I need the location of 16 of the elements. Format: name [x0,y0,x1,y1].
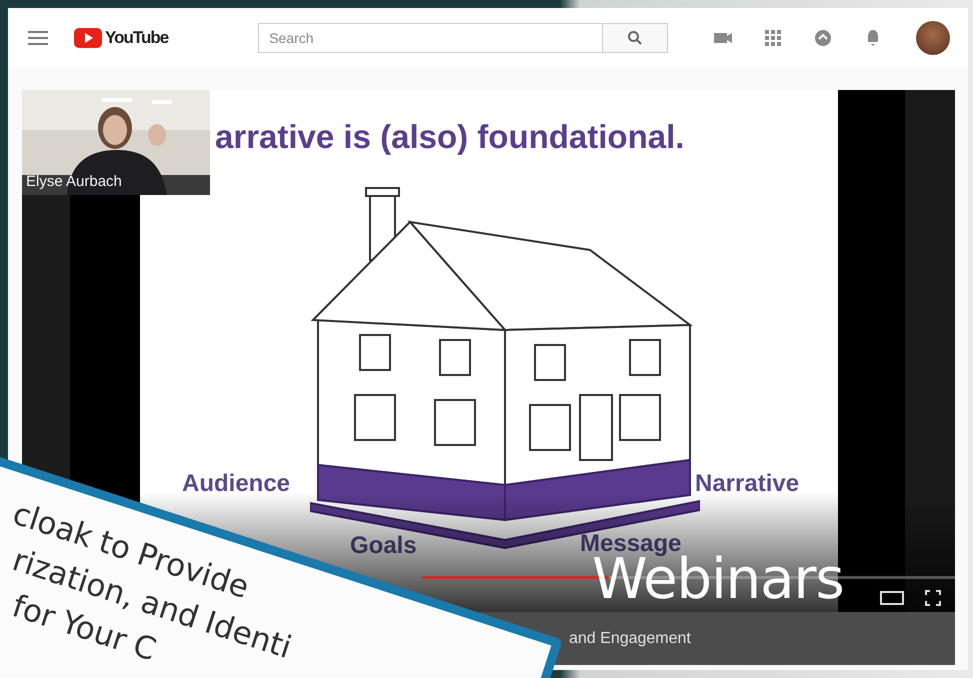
play-logo-icon [74,28,102,48]
slide-label: Audience [182,470,290,498]
participant-name: Elyse Aurbach [26,173,122,190]
theater-mode-icon[interactable] [880,590,904,606]
logo-text[interactable]: YouTube [105,28,168,48]
apps-grid-icon[interactable] [762,27,784,49]
search-field[interactable]: Search [258,23,604,53]
slide-label: Goals [350,532,417,560]
video-title: and Engagement [569,630,691,648]
search-icon [627,30,644,46]
slide-label: Narrative [695,470,800,498]
search-button[interactable] [603,23,668,53]
menu-icon[interactable] [28,30,48,46]
slide-title: arrative is (also) foundational. [215,118,684,156]
avatar[interactable] [916,21,950,55]
fullscreen-icon[interactable] [925,590,941,606]
